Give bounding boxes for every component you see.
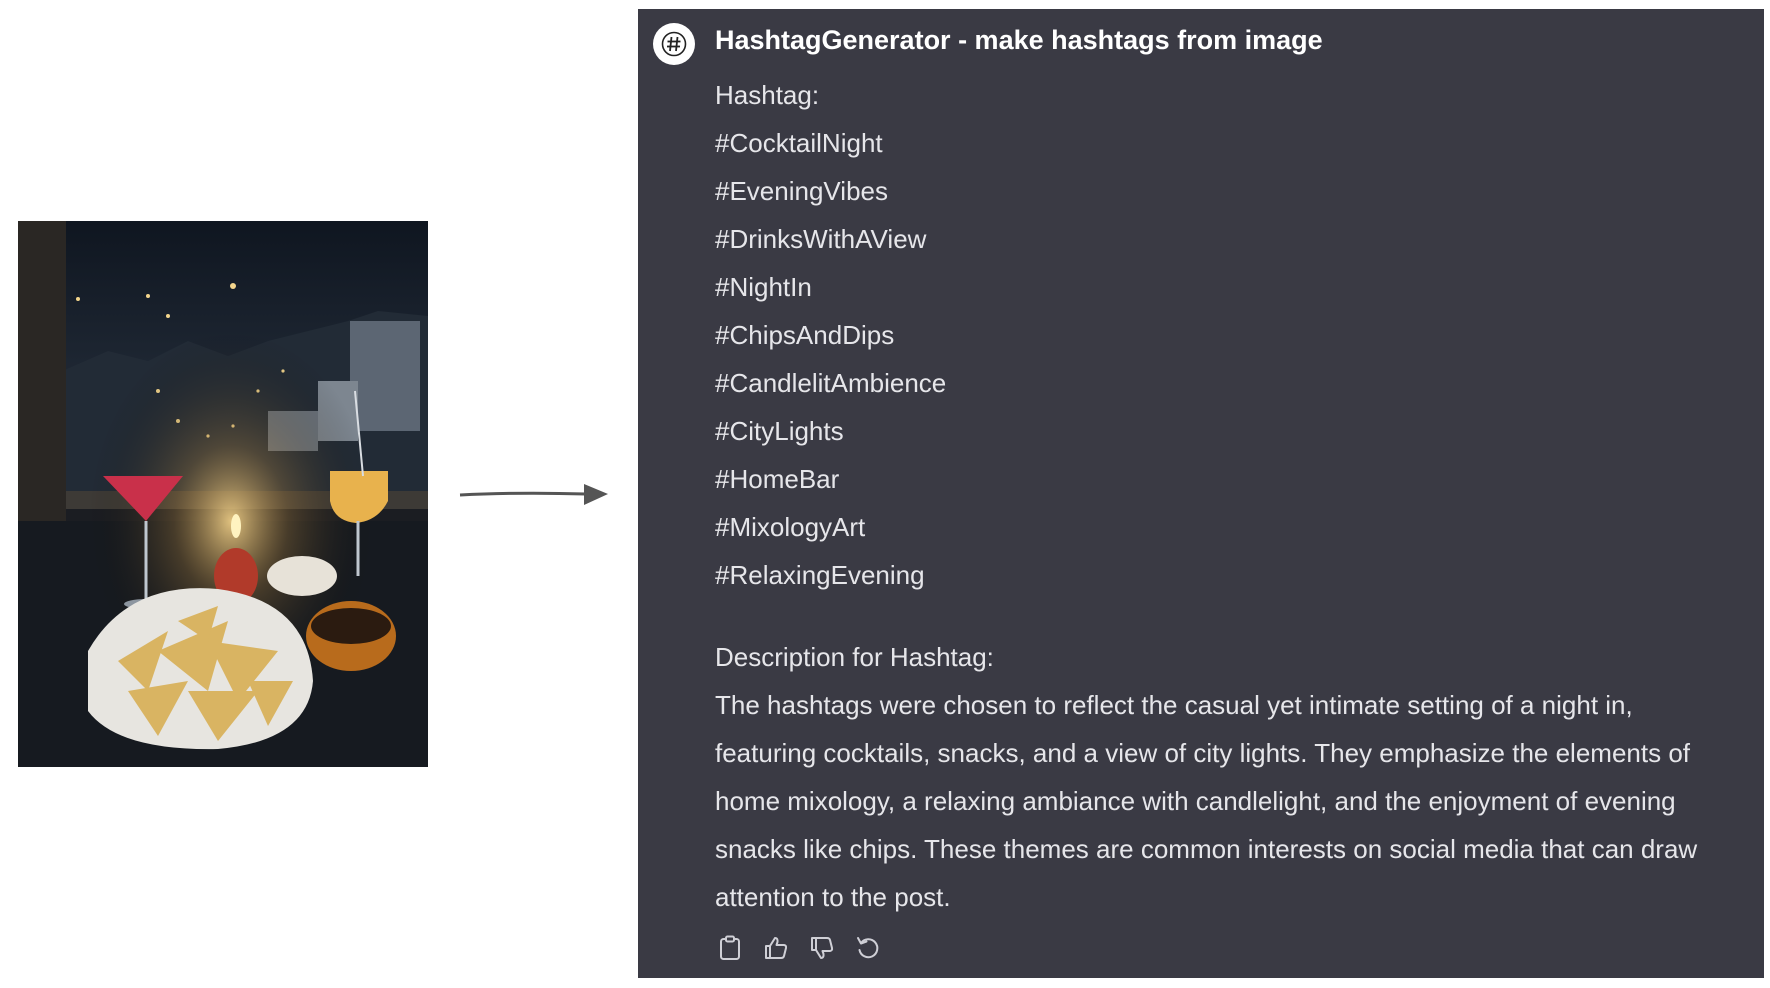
input-photo [18,221,428,767]
description-line: featuring cocktails, snacks, and a view … [715,738,1690,768]
bot-avatar [653,23,695,65]
hashtag-item: #ChipsAndDips [715,320,895,350]
description-line: home mixology, a relaxing ambiance with … [715,786,1676,816]
regenerate-button[interactable] [853,933,883,963]
description-line: attention to the post. [715,882,951,912]
description-line: The hashtags were chosen to reflect the … [715,690,1633,720]
description-line: snacks like chips. These themes are comm… [715,834,1698,864]
thumbs-up-button[interactable] [761,933,791,963]
hashtag-icon [661,31,687,57]
message-body: Hashtag: #CocktailNight #EveningVibes #D… [715,71,1755,921]
hashtag-item: #NightIn [715,272,812,302]
chat-message-panel: HashtagGenerator - make hashtags from im… [638,9,1764,978]
hashtag-item: #EveningVibes [715,176,888,206]
copy-icon [720,935,740,960]
hashtag-item: #RelaxingEvening [715,560,925,590]
description-heading: Description for Hashtag: [715,642,994,672]
hashtag-item: #CocktailNight [715,128,883,158]
hashtag-heading: Hashtag: [715,80,820,110]
hashtag-item: #MixologyArt [715,512,866,542]
cocktail-night-photo [18,221,428,767]
thumbs-down-button[interactable] [807,933,837,963]
hashtag-item: #CandlelitAmbience [715,368,947,398]
hashtag-item: #DrinksWithAView [715,224,927,254]
copy-button[interactable] [715,933,745,963]
message-actions [715,933,883,963]
right-arrow-icon [459,484,608,505]
bot-name: HashtagGenerator - make hashtags from im… [715,25,1323,55]
hashtag-item: #CityLights [715,416,844,446]
thumbs-up-icon [765,937,788,959]
hashtag-item: #HomeBar [715,464,840,494]
regenerate-icon [857,937,879,959]
thumbs-down-icon [811,937,834,959]
